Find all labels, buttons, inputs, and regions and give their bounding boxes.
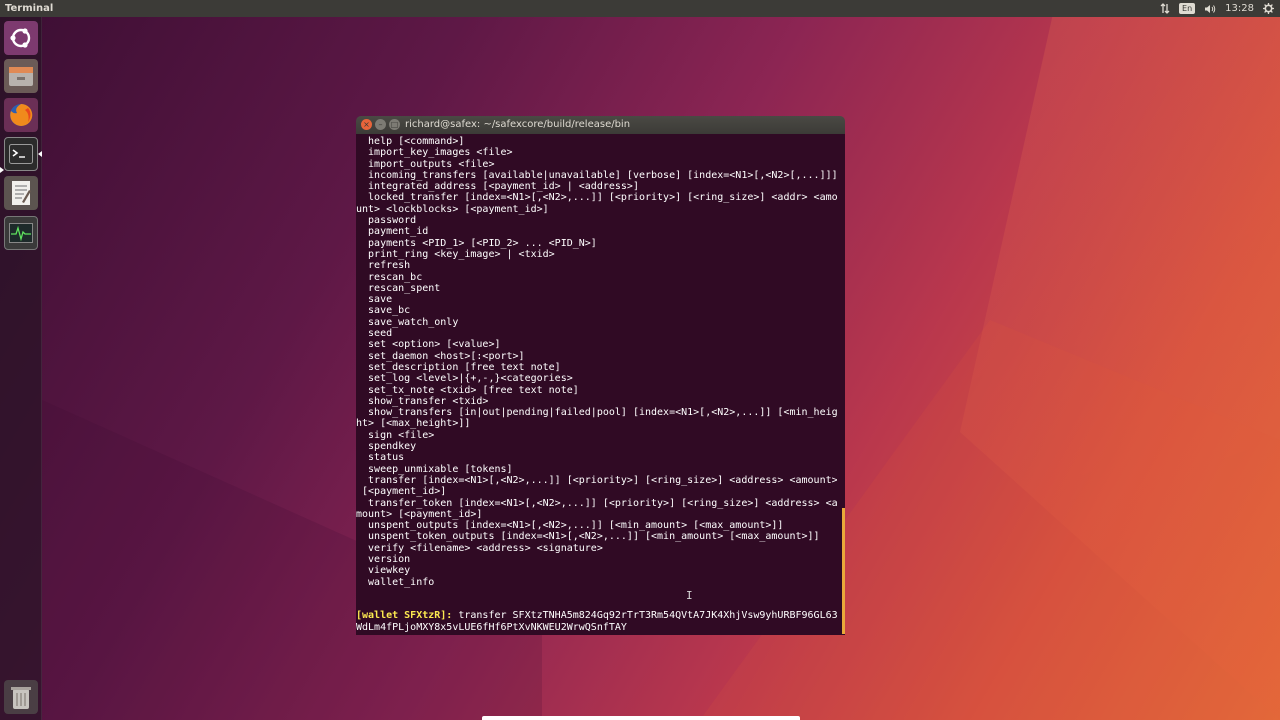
close-icon: × — [363, 119, 370, 129]
firefox-icon[interactable] — [4, 98, 38, 132]
terminal-line: transfer_token [index=<N1>[,<N2>,...]] [… — [356, 497, 837, 509]
keyboard-layout-icon[interactable]: En — [1179, 3, 1196, 14]
terminal-line: refresh — [356, 260, 411, 272]
terminal-line: set_description [free text note] — [356, 361, 561, 373]
ibeam-cursor-icon: I — [686, 589, 693, 602]
terminal-line: rescan_spent — [356, 282, 441, 294]
launcher — [0, 17, 42, 720]
terminal-line: import_key_images <file> — [356, 147, 513, 159]
terminal-line: payments <PID_1> [<PID_2> ... <PID_N>] — [356, 237, 597, 249]
terminal-line: incoming_transfers [available|unavailabl… — [356, 169, 837, 181]
text-editor-icon[interactable] — [4, 176, 38, 210]
terminal-line: seed — [356, 328, 393, 340]
terminal-line: sweep_unmixable [tokens] — [356, 463, 513, 475]
terminal-output[interactable]: help [<command>] import_key_images <file… — [356, 134, 845, 635]
files-icon[interactable] — [4, 59, 38, 93]
terminal-line: transfer [index=<N1>[,<N2>,...]] [<prior… — [356, 474, 837, 486]
window-titlebar[interactable]: × – □ richard@safex: ~/safexcore/build/r… — [356, 116, 845, 134]
command-text: transfer SFXtzTNHA5m824Gq92rTrT3Rm54QVtA… — [452, 610, 837, 622]
window-title: richard@safex: ~/safexcore/build/release… — [405, 119, 631, 130]
terminal-line: version — [356, 553, 411, 565]
maximize-icon: □ — [390, 119, 399, 129]
terminal-line: [<payment_id>] — [356, 486, 447, 498]
terminal-line: set_log <level>|{+,-,}<categories> — [356, 373, 573, 385]
terminal-line: status — [356, 452, 405, 464]
terminal-line: spendkey — [356, 441, 417, 453]
ubuntu-dash-icon[interactable] — [4, 21, 38, 55]
minimize-icon: – — [378, 119, 383, 129]
window-minimize-button[interactable]: – — [375, 119, 386, 130]
top-panel: Terminal En 13:28 — [0, 0, 1280, 17]
volume-icon[interactable] — [1204, 4, 1216, 14]
terminal-line: show_transfer <txid> — [356, 395, 489, 407]
terminal-line: locked_transfer [index=<N1>[,<N2>,...]] … — [356, 192, 837, 204]
terminal-line: mount> [<payment_id>] — [356, 508, 483, 520]
shell-prompt: [wallet SFXtzR]: — [356, 610, 453, 622]
window-maximize-button[interactable]: □ — [389, 119, 400, 130]
terminal-line: save — [356, 294, 393, 306]
power-gear-icon[interactable] — [1263, 3, 1274, 14]
terminal-line: rescan_bc — [356, 271, 423, 283]
terminal-line: unspent_token_outputs [index=<N1>[,<N2>,… — [356, 531, 820, 543]
terminal-line: viewkey — [356, 565, 411, 577]
terminal-line: ht> [<max_height>]] — [356, 418, 471, 430]
active-app-title: Terminal — [5, 3, 54, 14]
terminal-icon[interactable] — [4, 137, 38, 171]
terminal-line: unspent_outputs [index=<N1>[,<N2>,...]] … — [356, 520, 784, 532]
terminal-line: password — [356, 215, 417, 227]
terminal-line: sign <file> — [356, 429, 435, 441]
terminal-line: show_transfers [in|out|pending|failed|po… — [356, 407, 837, 419]
bottom-window-edge — [482, 716, 800, 720]
system-monitor-icon[interactable] — [4, 216, 38, 250]
prompt-line[interactable]: [wallet SFXtzR]: transfer SFXtzTNHA5m824… — [356, 610, 837, 621]
keyboard-layout-label: En — [1179, 3, 1196, 14]
command-continuation[interactable]: WdLm4fPLjoMXY8x5vLUE6fHf6PtXvNKWEU2WrwQS… — [356, 622, 837, 633]
trash-icon[interactable] — [4, 680, 38, 714]
terminal-line: set_tx_note <txid> [free text note] — [356, 384, 579, 396]
terminal-line: import_outputs <file> — [356, 158, 495, 170]
terminal-line: payment_id — [356, 226, 429, 238]
terminal-line: wallet_info — [356, 576, 435, 588]
terminal-line: help [<command>] — [356, 136, 465, 147]
wallpaper-facet — [960, 0, 1280, 720]
window-close-button[interactable]: × — [361, 119, 372, 130]
focused-indicator — [38, 151, 42, 157]
terminal-line: verify <filename> <address> <signature> — [356, 542, 603, 554]
network-updown-icon[interactable] — [1160, 3, 1170, 14]
terminal-line: set_daemon <host>[:<port>] — [356, 350, 525, 362]
terminal-line: integrated_address [<payment_id> | <addr… — [356, 181, 639, 193]
terminal-line: print_ring <key_image> | <txid> — [356, 248, 555, 260]
terminal-line: save_bc — [356, 305, 411, 317]
clock[interactable]: 13:28 — [1225, 3, 1254, 14]
system-tray: En 13:28 — [1160, 3, 1280, 14]
terminal-line: set <option> [<value>] — [356, 339, 501, 351]
terminal-lines: help [<command>] import_key_images <file… — [356, 136, 845, 610]
terminal-line: unt> <lockblocks> [<payment_id>] — [356, 203, 549, 215]
terminal-scrollbar[interactable] — [842, 508, 845, 634]
terminal-line: save_watch_only — [356, 316, 459, 328]
terminal-window: × – □ richard@safex: ~/safexcore/build/r… — [356, 116, 845, 635]
